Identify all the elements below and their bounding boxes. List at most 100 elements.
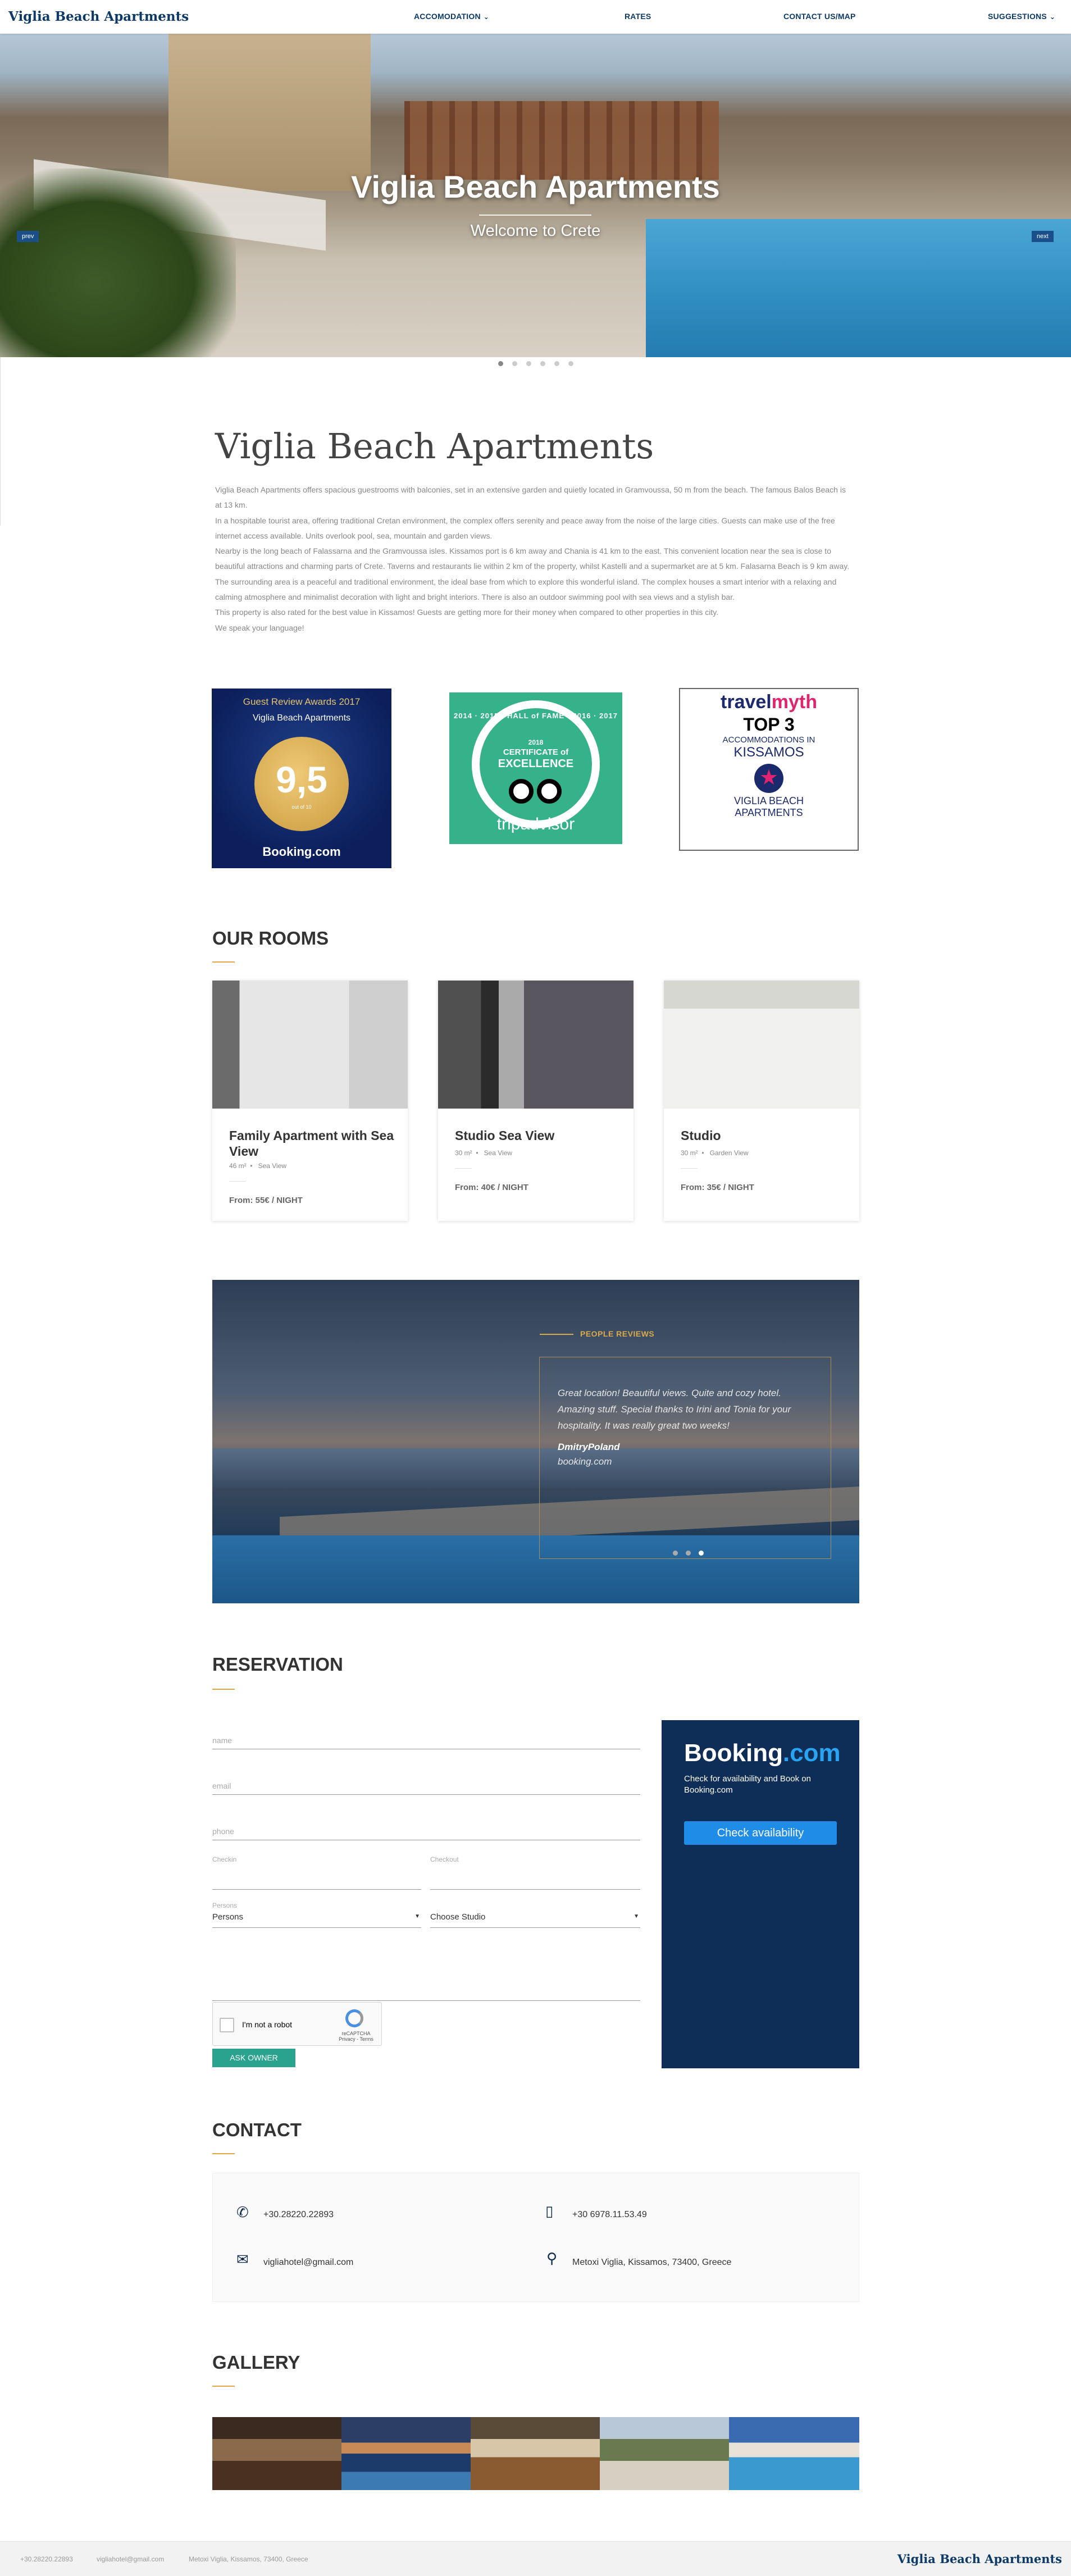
recaptcha-terms[interactable]: Privacy - Terms: [336, 2036, 376, 2042]
room-meta: 30 m² • Garden View: [681, 1149, 749, 1157]
slider-dot[interactable]: [526, 361, 531, 366]
chevron-down-icon: ⌄: [483, 13, 490, 21]
checkin-field[interactable]: [212, 1873, 421, 1890]
check-availability-button[interactable]: Check availability: [684, 1821, 837, 1845]
gallery-image[interactable]: [471, 2417, 600, 2490]
room-price: From: 40€ / NIGHT: [455, 1183, 528, 1192]
section-underline: [212, 2153, 235, 2154]
gallery-image[interactable]: [212, 2417, 341, 2490]
reviews-label: PEOPLE REVIEWS: [580, 1329, 655, 1338]
contact-email[interactable]: vigliahotel@gmail.com: [263, 2258, 353, 2268]
slider-dot[interactable]: [554, 361, 559, 366]
slider-dot[interactable]: [512, 361, 517, 366]
recaptcha-checkbox[interactable]: [220, 2018, 234, 2032]
booking-logo-b: .com: [782, 1739, 841, 1767]
award-excellence: EXCELLENCE: [498, 758, 574, 770]
award-property-line: VIGLIA BEACH: [733, 795, 804, 806]
location-pin-icon: ⚲: [546, 2250, 558, 2267]
room-area: 46 m²: [229, 1162, 247, 1170]
footer-email[interactable]: vigliahotel@gmail.com: [97, 2555, 164, 2563]
contact-box: ✆ +30.28220.22893 ▯ +30 6978.11.53.49 ✉ …: [212, 2173, 859, 2302]
message-field[interactable]: [212, 1984, 640, 2001]
footer-phone[interactable]: +30.28220.22893: [20, 2555, 73, 2563]
room-name[interactable]: Studio Sea View: [455, 1128, 623, 1143]
recaptcha-widget: I'm not a robot reCAPTCHA Privacy - Terms: [212, 2002, 382, 2046]
intro-paragraph: In a hospitable tourist area, offering t…: [215, 516, 835, 540]
room-photo[interactable]: [212, 981, 408, 1109]
contact-phone[interactable]: +30.28220.22893: [263, 2210, 334, 2220]
brand-logo[interactable]: Viglia Beach Apartments: [8, 9, 189, 24]
review-source: booking.com: [558, 1456, 612, 1467]
ask-owner-button[interactable]: ASK OWNER: [212, 2049, 295, 2067]
divider: [455, 1168, 472, 1169]
persons-label: Persons: [212, 1902, 238, 1909]
recaptcha-brand: reCAPTCHA Privacy - Terms: [336, 2031, 376, 2042]
room-photo[interactable]: [438, 981, 634, 1109]
award-cert: CERTIFICATE of: [503, 747, 569, 757]
studio-select[interactable]: Choose Studio ▼: [430, 1912, 640, 1928]
contact-section-title: CONTACT: [212, 2119, 302, 2140]
room-name[interactable]: Family Apartment with Sea View: [229, 1128, 398, 1159]
hero-building: [168, 34, 371, 191]
award-score: 9,5: [276, 759, 327, 800]
award-brand: Booking.com: [262, 845, 341, 859]
slider-dot[interactable]: [568, 361, 573, 366]
owl-icon: [509, 777, 563, 806]
contact-address: Metoxi Viglia, Kissamos, 73400, Greece: [572, 2258, 732, 2267]
phone-placeholder: phone: [212, 1827, 234, 1836]
gallery-image[interactable]: [341, 2417, 471, 2490]
room-meta: 46 m² • Sea View: [229, 1162, 287, 1170]
name-field[interactable]: name: [212, 1732, 640, 1749]
slider-next-button[interactable]: next: [1032, 231, 1054, 242]
nav-rates[interactable]: RATES: [625, 12, 651, 21]
room-name[interactable]: Studio: [681, 1128, 849, 1143]
award-location: KISSAMOS: [733, 745, 804, 760]
checkout-field[interactable]: [430, 1873, 640, 1890]
reservation-section-title: RESERVATION: [212, 1654, 343, 1675]
email-field[interactable]: email: [212, 1778, 640, 1795]
review-dot[interactable]: [699, 1551, 704, 1556]
review-dots: [669, 1548, 708, 1558]
room-photo[interactable]: [664, 981, 859, 1109]
slider-dot[interactable]: [498, 361, 503, 366]
nav-contact[interactable]: CONTACT US/MAP: [783, 12, 856, 21]
footer: +30.28220.22893 vigliahotel@gmail.com Me…: [0, 2541, 1071, 2576]
nav-accomodation-label: ACCOMODATION: [414, 12, 481, 21]
room-card[interactable]: Studio Sea View 30 m² • Sea View From: 4…: [438, 981, 634, 1221]
gallery-image[interactable]: [600, 2417, 729, 2490]
email-placeholder: email: [212, 1781, 231, 1790]
award-rank: TOP 3: [743, 714, 795, 735]
reviews-section: PEOPLE REVIEWS Great location! Beautiful…: [212, 1280, 859, 1603]
checkout-label: Checkout: [430, 1855, 459, 1863]
phone-icon: ✆: [236, 2204, 249, 2221]
dropdown-arrow-icon: ▼: [414, 1913, 420, 1920]
slider-dot[interactable]: [540, 361, 545, 366]
intro-paragraph: We speak your language!: [215, 623, 304, 632]
persons-select[interactable]: Persons ▼: [212, 1912, 421, 1928]
gallery-image[interactable]: [729, 2417, 859, 2490]
room-view: Sea View: [258, 1162, 287, 1170]
review-dot[interactable]: [686, 1551, 691, 1556]
award-arc-text: 2014 · 2015 · HALL of FAME · 2016 · 2017: [454, 712, 618, 720]
nav-accomodation[interactable]: ACCOMODATION ⌄: [414, 12, 489, 21]
travelmyth-award-badge: travelmyth TOP 3 ACCOMMODATIONS IN KISSA…: [679, 688, 859, 851]
award-title: Guest Review Awards 2017: [243, 696, 361, 707]
room-area: 30 m²: [681, 1149, 698, 1157]
intro-paragraph: The surrounding area is a peaceful and t…: [215, 577, 837, 602]
booking-award-badge: Guest Review Awards 2017 Viglia Beach Ap…: [212, 689, 391, 868]
review-dot[interactable]: [673, 1551, 678, 1556]
room-card[interactable]: Family Apartment with Sea View 46 m² • S…: [212, 981, 408, 1221]
hero-subtitle: Welcome to Crete: [470, 222, 601, 240]
chevron-down-icon: ⌄: [1049, 13, 1056, 21]
mobile-icon: ▯: [545, 2203, 554, 2219]
slider-prev-button[interactable]: prev: [17, 231, 39, 242]
booking-panel: Booking.com Check for availability and B…: [662, 1720, 859, 2068]
mail-icon: ✉: [236, 2251, 249, 2268]
nav-suggestions[interactable]: SUGGESTIONS ⌄: [988, 12, 1055, 21]
phone-field[interactable]: phone: [212, 1823, 640, 1840]
room-card[interactable]: Studio 30 m² • Garden View From: 35€ / N…: [664, 981, 859, 1221]
award-brand: tripadvisor: [496, 815, 575, 833]
footer-brand[interactable]: Viglia Beach Apartments: [897, 2552, 1062, 2566]
contact-mobile[interactable]: +30 6978.11.53.49: [572, 2210, 647, 2220]
dropdown-arrow-icon: ▼: [634, 1913, 639, 1920]
